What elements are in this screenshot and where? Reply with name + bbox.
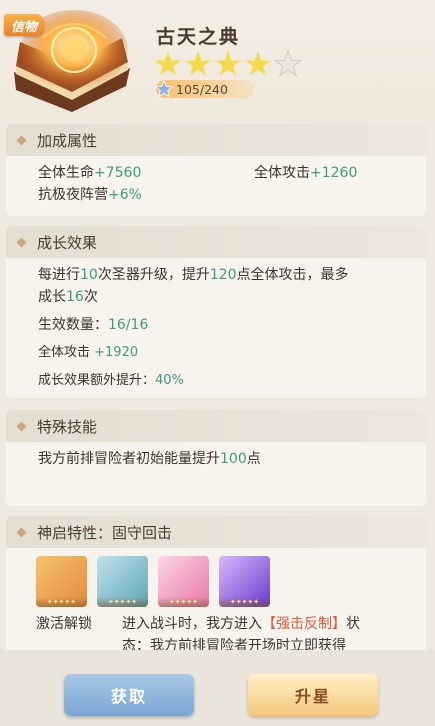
detail-content[interactable]: 加成属性 全体生命+7560 全体攻击+1260 抗极夜阵营+6% 成长效果 每… xyxy=(0,120,435,650)
bottom-action-bar: 获取 升星 xyxy=(0,650,435,726)
section-header: 神启特性：固守回击 xyxy=(6,516,426,548)
token-badge: 信物 xyxy=(4,14,44,36)
star-icon-filled xyxy=(214,50,242,77)
section-header: 加成属性 xyxy=(6,124,426,156)
growth-extra-boost: 成长效果额外提升：40% xyxy=(38,373,184,388)
book-variant-gold-icon[interactable]: ✦✦✦✦✦ xyxy=(36,556,87,607)
section-title: 特殊技能 xyxy=(37,417,98,436)
atk-bonus: 全体攻击+1260 xyxy=(254,165,358,181)
star-icon-filled xyxy=(244,50,272,77)
divine-variant-icons: ✦✦✦✦✦ ✦✦✦✦✦ ✦✦✦✦✦ ✦✦✦✦✦ xyxy=(6,548,426,607)
section-special-skill: 特殊技能 我方前排冒险者初始能量提升100点 xyxy=(6,410,426,506)
star-rating xyxy=(154,50,302,78)
diamond-bullet-icon xyxy=(16,237,27,247)
section-title: 加成属性 xyxy=(37,131,98,150)
special-skill-desc: 我方前排冒险者初始能量提升100点 xyxy=(38,451,261,467)
section-bonus-attributes: 加成属性 全体生命+7560 全体攻击+1260 抗极夜阵营+6% xyxy=(6,124,426,216)
star-exp-bar: 105/240 xyxy=(154,79,254,98)
diamond-bullet-icon xyxy=(16,421,27,431)
section-header: 成长效果 xyxy=(6,226,426,258)
blue-star-icon xyxy=(154,79,174,98)
unlock-label: 激活解锁 xyxy=(36,616,92,632)
diamond-bullet-icon xyxy=(16,527,27,537)
growth-desc-line1: 每进行10次圣器升级，提升120点全体攻击，最多 xyxy=(38,267,349,283)
book-variant-purple-icon[interactable]: ✦✦✦✦✦ xyxy=(219,556,270,607)
divine-trait-row: 激活解锁 进入战斗时，我方进入【强击反制】状 态：我方前排冒险者开场时立即获得 xyxy=(6,607,426,650)
faction-resist-bonus: 抗极夜阵营+6% xyxy=(38,187,142,203)
growth-desc-line2: 成长16次 xyxy=(38,289,98,305)
star-icon-filled xyxy=(184,50,212,77)
book-variant-pink-icon[interactable]: ✦✦✦✦✦ xyxy=(158,556,209,607)
growth-atk-total: 全体攻击 +1920 xyxy=(38,345,139,360)
diamond-bullet-icon xyxy=(16,135,27,145)
section-growth-effect: 成长效果 每进行10次圣器升级，提升120点全体攻击，最多 成长16次 生效数量… xyxy=(6,226,426,398)
effective-count: 生效数量：16/16 xyxy=(38,317,149,333)
item-title: 古天之典 xyxy=(156,26,241,48)
item-header: 信物 古天之典 105/240 xyxy=(0,0,435,120)
star-icon-filled xyxy=(154,50,182,77)
book-variant-ice-icon[interactable]: ✦✦✦✦✦ xyxy=(97,556,148,607)
star-up-button[interactable]: 升星 xyxy=(248,674,378,716)
section-title: 神启特性：固守回击 xyxy=(37,523,173,542)
star-exp-text: 105/240 xyxy=(176,81,228,97)
star-icon-empty xyxy=(274,50,302,77)
get-button[interactable]: 获取 xyxy=(64,674,194,716)
section-header: 特殊技能 xyxy=(6,410,426,442)
divine-trait-desc: 进入战斗时，我方进入【强击反制】状 态：我方前排冒险者开场时立即获得 xyxy=(122,616,360,650)
section-divine-trait: 神启特性：固守回击 ✦✦✦✦✦ ✦✦✦✦✦ ✦✦✦✦✦ ✦✦✦✦✦ 激活解锁 进… xyxy=(6,516,426,650)
section-title: 成长效果 xyxy=(37,233,98,252)
hp-bonus: 全体生命+7560 xyxy=(38,165,142,181)
